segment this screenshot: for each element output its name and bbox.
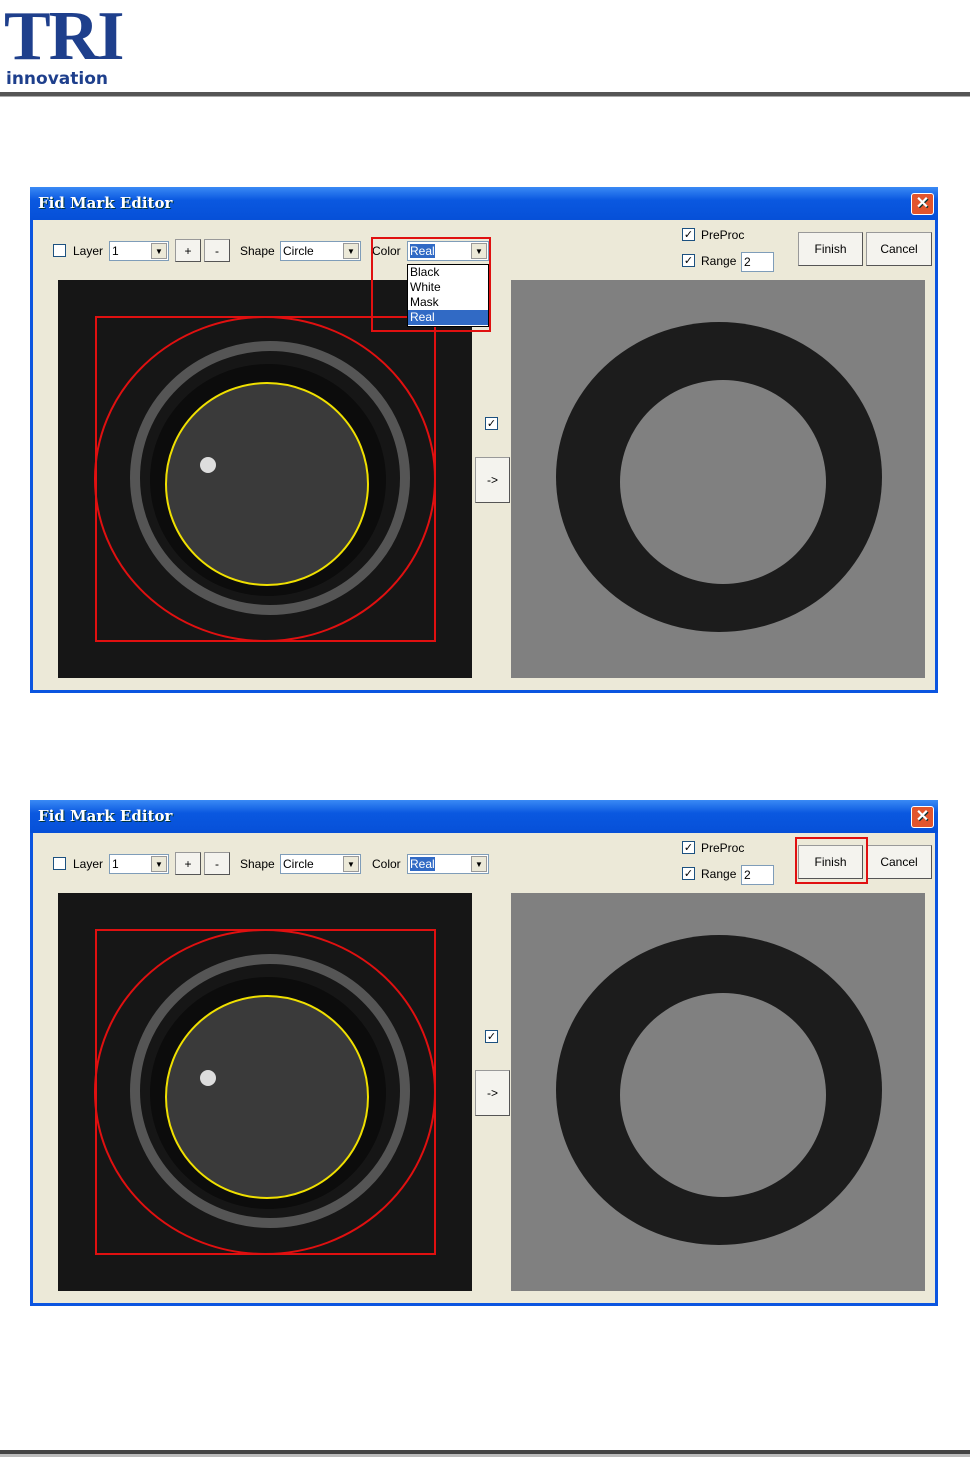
preproc-checkbox[interactable]: ✓ [682,841,695,854]
sync-checkbox[interactable]: ✓ [485,1030,498,1043]
cancel-button[interactable]: Cancel [866,232,932,266]
cancel-button[interactable]: Cancel [866,845,932,879]
add-layer-button[interactable]: + [175,239,201,262]
preproc-label: PreProc [701,841,745,855]
remove-layer-button[interactable]: - [204,852,230,875]
title-bar: Fid Mark Editor ✕ [30,800,938,833]
footer-divider [0,1450,970,1457]
ring-hole [620,993,826,1197]
layer-select[interactable]: 1 ▼ [109,854,169,874]
layer-checkbox[interactable] [53,857,66,870]
layer-select[interactable]: 1 ▼ [109,241,169,261]
finish-button[interactable]: Finish [798,232,863,266]
close-button[interactable]: ✕ [911,806,934,828]
chevron-down-icon: ▼ [343,856,359,872]
reflection [200,1070,216,1086]
chevron-down-icon: ▼ [471,856,487,872]
layer-value: 1 [112,244,119,258]
shape-label: Shape [240,244,275,258]
source-image-canvas [94,929,436,1255]
ring-hole [620,380,826,584]
remove-layer-button[interactable]: - [204,239,230,262]
color-select[interactable]: Real ▼ [407,854,489,874]
logo-subtitle: innovation [6,69,108,89]
logo-text: TRI [4,0,124,75]
chevron-down-icon: ▼ [151,856,167,872]
header-divider [0,92,970,97]
add-layer-button[interactable]: + [175,852,201,875]
preview-image-canvas [556,935,882,1245]
range-checkbox[interactable]: ✓ [682,867,695,880]
color-highlight-box [371,237,491,332]
shape-label: Shape [240,857,275,871]
close-button[interactable]: ✕ [911,193,934,215]
shape-select[interactable]: Circle ▼ [280,854,361,874]
finish-highlight-box [795,837,868,884]
apply-arrow-button[interactable]: -> [475,457,510,503]
range-label: Range [701,254,737,268]
preview-image-canvas [556,322,882,632]
fid-mark-editor-dialog: Fid Mark Editor ✕ Layer 1 ▼ + - Shape Cir… [30,187,938,693]
preview-image [511,893,925,1291]
sync-checkbox[interactable]: ✓ [485,417,498,430]
dialog-title: Fid Mark Editor [38,194,173,212]
layer-checkbox[interactable] [53,244,66,257]
close-icon: ✕ [915,195,930,212]
shape-value: Circle [283,244,314,258]
layer-label: Layer [73,244,104,258]
close-icon: ✕ [915,808,930,825]
dialog-title: Fid Mark Editor [38,807,173,825]
color-label: Color [372,857,401,871]
chevron-down-icon: ▼ [151,243,167,259]
preproc-label: PreProc [701,228,745,242]
color-value: Real [410,857,435,871]
fid-center [166,383,368,585]
range-input[interactable]: 2 [741,865,774,885]
apply-arrow-button[interactable]: -> [475,1070,510,1116]
title-bar: Fid Mark Editor ✕ [30,187,938,220]
shape-value: Circle [283,857,314,871]
layer-value: 1 [112,857,119,871]
layer-label: Layer [73,857,104,871]
source-image[interactable] [58,280,472,678]
range-input[interactable]: 2 [741,252,774,272]
fid-mark-editor-dialog: Fid Mark Editor ✕ Layer 1 ▼ + - Shape Cir… [30,800,938,1306]
company-logo: TRI innovation [4,0,124,89]
fid-center [166,996,368,1198]
preproc-checkbox[interactable]: ✓ [682,228,695,241]
source-image-canvas [94,316,436,642]
chevron-down-icon: ▼ [343,243,359,259]
range-label: Range [701,867,737,881]
reflection [200,457,216,473]
source-image[interactable] [58,893,472,1291]
shape-select[interactable]: Circle ▼ [280,241,361,261]
preview-image [511,280,925,678]
range-checkbox[interactable]: ✓ [682,254,695,267]
